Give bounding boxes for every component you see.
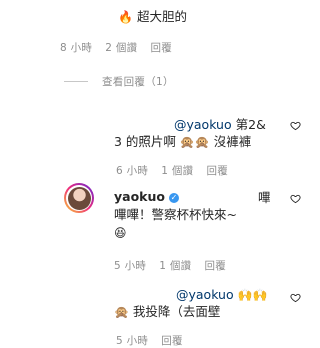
comment-4-reply-button[interactable]: 回覆 xyxy=(161,333,183,348)
raised-hands-emoji: 🙌🙌 xyxy=(237,288,268,302)
view-replies-label[interactable]: 查看回覆（1） xyxy=(102,74,174,89)
heart-outline-icon[interactable] xyxy=(290,120,301,131)
comment-3-line3: 😆 xyxy=(114,224,127,242)
comment-3-line1: 嗶 xyxy=(258,189,271,206)
comment-3-line2: 嗶嗶！警察杯杯快來~ xyxy=(114,206,237,223)
comment-2-text2: 3 的照片啊 xyxy=(114,134,176,149)
comment-3-time[interactable]: 5 小時 xyxy=(114,258,146,273)
laughing-emoji: 😆 xyxy=(114,226,127,240)
comment-3-username[interactable]: yaokuo xyxy=(114,189,165,204)
verified-badge-icon: ✓ xyxy=(168,193,179,203)
comment-4-text: 我投降（去面壁 xyxy=(128,304,221,319)
comment-2-line2: 3 的照片啊 🙊🙊 沒褲褲 xyxy=(114,133,251,151)
avatar-photo xyxy=(67,186,91,210)
comment-3-reply-button[interactable]: 回覆 xyxy=(204,258,226,273)
avatar-ring xyxy=(66,185,92,211)
view-replies-line xyxy=(64,81,88,82)
comment-1-text: 🔥 超大胆的 xyxy=(118,8,187,26)
fire-emoji: 🔥 xyxy=(118,10,133,24)
heart-outline-icon[interactable] xyxy=(290,193,301,204)
comment-1-likes[interactable]: 2 個讚 xyxy=(105,40,137,55)
comment-2-meta: 6 小時 1 個讚 回覆 xyxy=(116,163,228,178)
comment-1-reply-button[interactable]: 回覆 xyxy=(150,40,172,55)
comment-2-mention[interactable]: @yaokuo xyxy=(174,117,232,132)
comment-1-body: 超大胆的 xyxy=(136,9,187,24)
comment-3-meta: 5 小時 1 個讚 回覆 xyxy=(114,258,226,273)
view-replies-button[interactable]: 查看回覆（1） xyxy=(102,74,174,89)
heart-outline-icon[interactable] xyxy=(290,292,301,303)
comment-1-meta: 8 小時 2 個讚 回覆 xyxy=(60,40,172,55)
comment-4-mention[interactable]: @yaokuo xyxy=(176,287,234,302)
comment-4-line1: @yaokuo 🙌🙌 xyxy=(176,286,268,304)
avatar[interactable] xyxy=(64,183,94,213)
comment-2-likes[interactable]: 1 個讚 xyxy=(161,163,193,178)
comment-2-reply-button[interactable]: 回覆 xyxy=(206,163,228,178)
monkey-emoji: 🙊 xyxy=(114,305,129,319)
comment-3-header: yaokuo ✓ xyxy=(114,188,179,205)
comment-4-line2: 🙊 我投降（去面壁 xyxy=(114,303,220,321)
comment-3-likes[interactable]: 1 個讚 xyxy=(159,258,191,273)
monkey-emoji: 🙊🙊 xyxy=(179,135,210,149)
comment-2-time[interactable]: 6 小時 xyxy=(116,163,148,178)
comment-2-line1: @yaokuo 第2& xyxy=(174,116,266,133)
comment-3-text2: 嗶嗶！警察杯杯快來~ xyxy=(114,207,237,222)
comment-2-text3: 沒褲褲 xyxy=(209,134,252,149)
comment-4-meta: 5 小時 回覆 xyxy=(116,333,183,348)
comment-3-text1: 嗶 xyxy=(258,190,271,205)
comment-1-time[interactable]: 8 小時 xyxy=(60,40,92,55)
comment-2-text1: 第2& xyxy=(231,117,266,132)
comment-4-time[interactable]: 5 小時 xyxy=(116,333,148,348)
